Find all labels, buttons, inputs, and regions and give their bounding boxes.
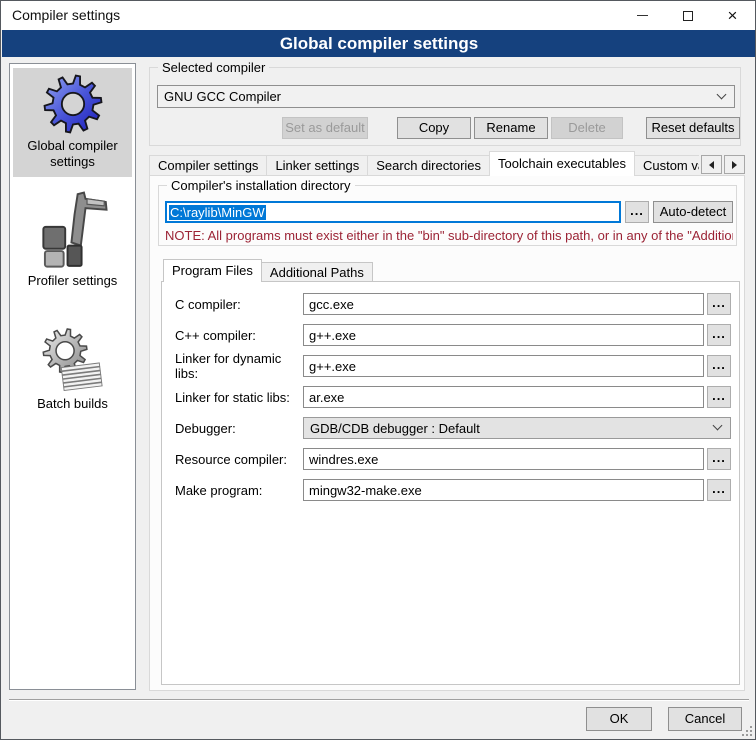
sidebar-item-label: Batch builds (15, 396, 130, 412)
debugger-select[interactable]: GDB/CDB debugger : Default (303, 417, 731, 439)
browse-directory-button[interactable]: ... (625, 201, 649, 223)
dynamic-linker-row: Linker for dynamic libs: ... (175, 355, 729, 377)
c-compiler-input[interactable] (303, 293, 704, 315)
browse-button[interactable]: ... (707, 355, 731, 377)
browse-button[interactable]: ... (707, 324, 731, 346)
compiler-select-value: GNU GCC Compiler (164, 89, 281, 104)
copy-button[interactable]: Copy (397, 117, 471, 139)
debugger-row: Debugger: GDB/CDB debugger : Default (175, 417, 729, 439)
tab-custom-variables[interactable]: Custom variables (634, 155, 699, 176)
bin-subdirectory-note: NOTE: All programs must exist either in … (165, 228, 733, 243)
sidebar-item-batch-builds[interactable]: Batch builds (13, 322, 132, 419)
tab-toolchain-executables[interactable]: Toolchain executables (489, 151, 635, 176)
resize-grip-icon[interactable] (742, 726, 752, 736)
debugger-select-value: GDB/CDB debugger : Default (310, 421, 480, 436)
tab-scroll-right-button[interactable] (724, 155, 745, 174)
sidebar-item-global-compiler-settings[interactable]: Global compiler settings (13, 68, 132, 177)
footer-divider (9, 699, 749, 701)
field-label: C++ compiler: (175, 328, 303, 343)
browse-button[interactable]: ... (707, 479, 731, 501)
resource-compiler-input[interactable] (303, 448, 704, 470)
browse-button[interactable]: ... (707, 386, 731, 408)
resource-compiler-row: Resource compiler: ... (175, 448, 729, 470)
field-label: Resource compiler: (175, 452, 303, 467)
titlebar[interactable]: Compiler settings × (1, 1, 755, 30)
program-files-subtabs: Program FilesAdditional Paths (163, 259, 372, 282)
field-label: Debugger: (175, 421, 303, 436)
make-program-input[interactable] (303, 479, 704, 501)
subtab-program-files[interactable]: Program Files (163, 259, 262, 282)
maximize-button[interactable] (665, 1, 710, 30)
close-button[interactable]: × (710, 1, 755, 30)
dynamic-linker-input[interactable] (303, 355, 704, 377)
program-files-panel: C compiler: ... C++ compiler: ... Linker… (161, 281, 740, 685)
c-compiler-row: C compiler: ... (175, 293, 729, 315)
compiler-settings-dialog: Compiler settings × Global compiler sett… (0, 0, 756, 740)
tab-search-directories[interactable]: Search directories (367, 155, 490, 176)
tab-linker-settings[interactable]: Linker settings (266, 155, 368, 176)
tabs-scroller: Compiler settingsLinker settingsSearch d… (149, 151, 699, 176)
group-legend: Selected compiler (158, 60, 269, 75)
close-icon: × (728, 7, 738, 24)
minimize-button[interactable] (620, 1, 665, 30)
tab-scroll-left-button[interactable] (701, 155, 722, 174)
left-triangle-icon (709, 161, 714, 169)
cpp-compiler-input[interactable] (303, 324, 704, 346)
reset-defaults-button[interactable]: Reset defaults (646, 117, 740, 139)
right-triangle-icon (732, 161, 737, 169)
paper-stack (61, 363, 102, 391)
selected-compiler-group: Selected compiler GNU GCC Compiler Set a… (149, 67, 741, 146)
settings-tabstrip: Compiler settingsLinker settingsSearch d… (149, 151, 745, 176)
tab-compiler-settings[interactable]: Compiler settings (149, 155, 267, 176)
sidebar-item-profiler-settings[interactable]: Profiler settings (13, 185, 132, 296)
rename-button[interactable]: Rename (474, 117, 548, 139)
toolchain-executables-page: Compiler's installation directory C:\ray… (149, 175, 745, 691)
static-linker-row: Linker for static libs: ... (175, 386, 729, 408)
installation-directory-group: Compiler's installation directory C:\ray… (158, 185, 737, 246)
blue-gear-icon (42, 73, 104, 135)
field-label: Make program: (175, 483, 303, 498)
group-legend: Compiler's installation directory (167, 178, 355, 193)
sidebar-item-label: Global compiler settings (15, 138, 130, 170)
profiler-icon (34, 190, 112, 270)
make-program-row: Make program: ... (175, 479, 729, 501)
page-title: Global compiler settings (2, 30, 756, 57)
selected-path-text: C:\raylib\MinGW (169, 205, 266, 220)
delete-button[interactable]: Delete (551, 117, 623, 139)
installation-directory-input[interactable]: C:\raylib\MinGW (165, 201, 621, 223)
field-label: C compiler: (175, 297, 303, 312)
batch-builds-icon (38, 327, 108, 393)
chevron-down-icon (713, 421, 723, 431)
static-linker-input[interactable] (303, 386, 704, 408)
set-as-default-button[interactable]: Set as default (282, 117, 368, 139)
maximize-icon (683, 11, 693, 21)
browse-button[interactable]: ... (707, 293, 731, 315)
sidebar-item-label: Profiler settings (15, 273, 130, 289)
window-title: Compiler settings (12, 1, 120, 30)
window-controls: × (620, 1, 755, 30)
field-label: Linker for static libs: (175, 390, 303, 405)
browse-button[interactable]: ... (707, 448, 731, 470)
compiler-select[interactable]: GNU GCC Compiler (157, 85, 735, 108)
minimize-icon (637, 15, 648, 16)
subtab-additional-paths[interactable]: Additional Paths (261, 262, 373, 282)
cancel-button[interactable]: Cancel (668, 707, 742, 731)
auto-detect-button[interactable]: Auto-detect (653, 201, 733, 223)
ok-button[interactable]: OK (586, 707, 652, 731)
settings-sidebar: Global compiler settings Profiler settin… (9, 63, 136, 690)
field-label: Linker for dynamic libs: (175, 351, 303, 381)
cpp-compiler-row: C++ compiler: ... (175, 324, 729, 346)
chevron-down-icon (717, 89, 727, 99)
